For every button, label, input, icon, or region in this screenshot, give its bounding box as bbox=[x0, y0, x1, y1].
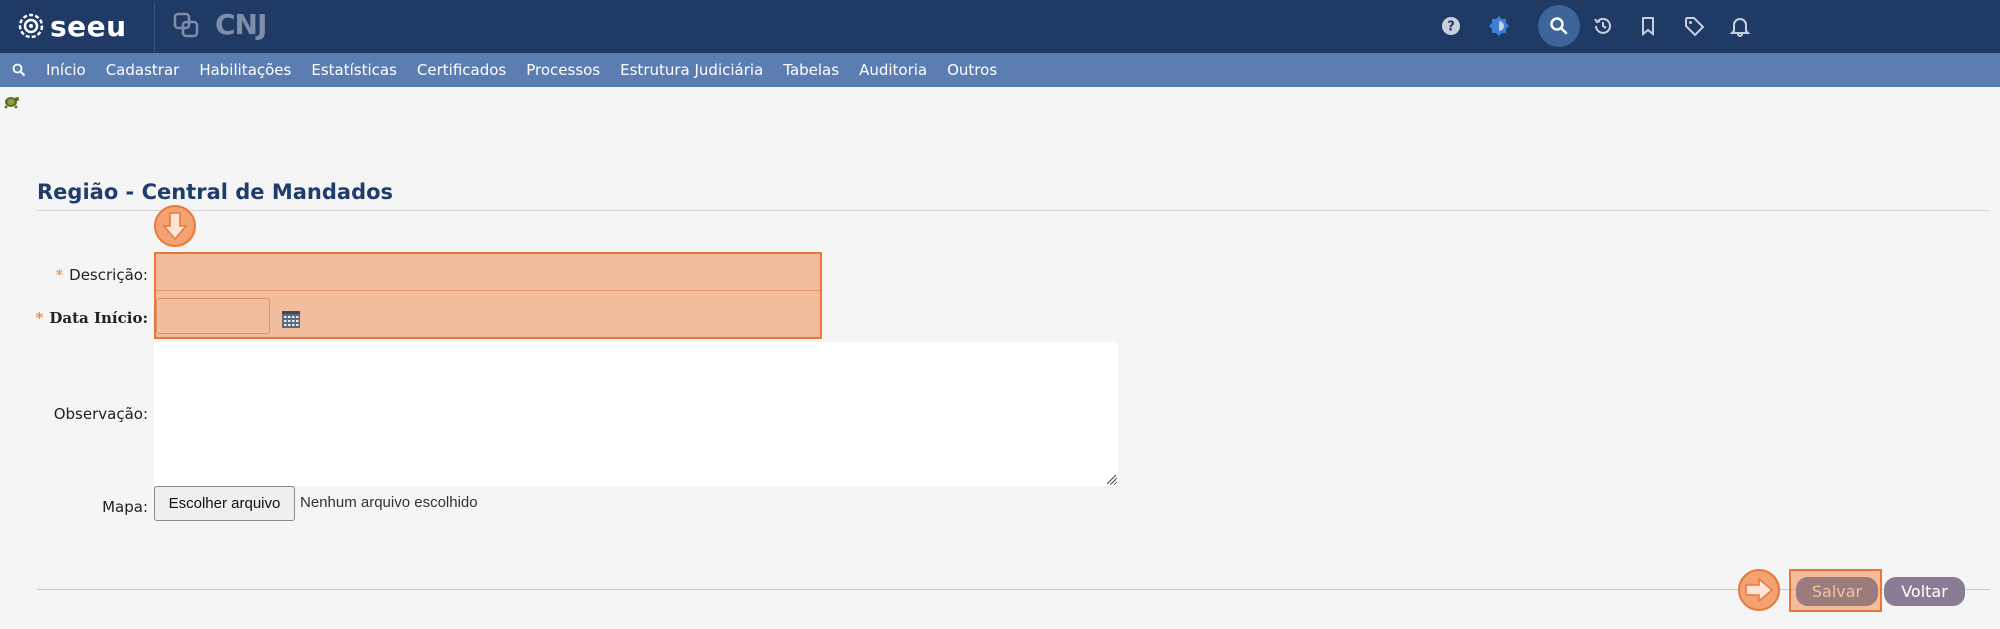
calendar-icon[interactable] bbox=[281, 309, 301, 329]
guide-down-arrow-icon bbox=[154, 205, 196, 247]
top-bar: seeu CNJ ? bbox=[0, 0, 2000, 53]
title-divider bbox=[37, 210, 1990, 211]
seeu-logo[interactable]: seeu bbox=[18, 9, 127, 43]
mapa-label: Mapa: bbox=[102, 498, 148, 516]
bell-icon[interactable] bbox=[1724, 10, 1756, 42]
menu-item-tabelas[interactable]: Tabelas bbox=[773, 61, 849, 79]
main-menu: Início Cadastrar Habilitações Estatístic… bbox=[0, 53, 2000, 87]
turtle-icon bbox=[4, 97, 19, 109]
logo-text: seeu bbox=[50, 9, 127, 43]
menu-item-estrutura-judiciaria[interactable]: Estrutura Judiciária bbox=[610, 61, 773, 79]
gear-logo-icon bbox=[18, 13, 44, 39]
menu-item-cadastrar[interactable]: Cadastrar bbox=[96, 61, 190, 79]
descricao-input[interactable] bbox=[156, 254, 820, 288]
menu-item-certificados[interactable]: Certificados bbox=[407, 61, 516, 79]
save-button[interactable]: Salvar bbox=[1796, 577, 1878, 606]
menu-item-inicio[interactable]: Início bbox=[38, 61, 96, 79]
menu-item-processos[interactable]: Processos bbox=[516, 61, 610, 79]
data-inicio-label: * Data Início: bbox=[35, 309, 148, 327]
file-status-text: Nenhum arquivo escolhido bbox=[300, 494, 478, 511]
highlight-separator bbox=[156, 290, 820, 291]
menu-item-auditoria[interactable]: Auditoria bbox=[849, 61, 937, 79]
history-icon[interactable] bbox=[1587, 10, 1619, 42]
top-divider bbox=[154, 2, 155, 52]
help-icon[interactable]: ? bbox=[1435, 10, 1467, 42]
menu-item-habilitacoes[interactable]: Habilitações bbox=[189, 61, 301, 79]
back-button[interactable]: Voltar bbox=[1884, 577, 1965, 606]
choose-file-button[interactable]: Escolher arquivo bbox=[154, 486, 295, 521]
theme-toggle-icon[interactable] bbox=[1483, 10, 1515, 42]
tag-icon[interactable] bbox=[1678, 10, 1710, 42]
menu-search-icon[interactable] bbox=[0, 53, 38, 87]
guide-right-arrow-icon bbox=[1738, 569, 1780, 611]
cnj-logo-text: CNJ bbox=[215, 8, 267, 41]
observacao-label: Observação: bbox=[53, 405, 148, 423]
menu-item-estatisticas[interactable]: Estatísticas bbox=[301, 61, 407, 79]
search-icon[interactable] bbox=[1538, 5, 1580, 47]
menu-item-outros[interactable]: Outros bbox=[937, 61, 1007, 79]
resize-grip-icon[interactable] bbox=[1105, 473, 1117, 485]
observacao-textarea[interactable] bbox=[154, 342, 1118, 486]
bookmark-icon[interactable] bbox=[1632, 10, 1664, 42]
page-title: Região - Central de Mandados bbox=[37, 180, 394, 204]
svg-text:?: ? bbox=[1447, 20, 1455, 35]
descricao-label: * Descrição: bbox=[55, 266, 148, 284]
cnj-emblem-icon bbox=[173, 12, 199, 38]
data-inicio-input[interactable] bbox=[156, 298, 270, 334]
bottom-divider bbox=[37, 589, 1990, 590]
